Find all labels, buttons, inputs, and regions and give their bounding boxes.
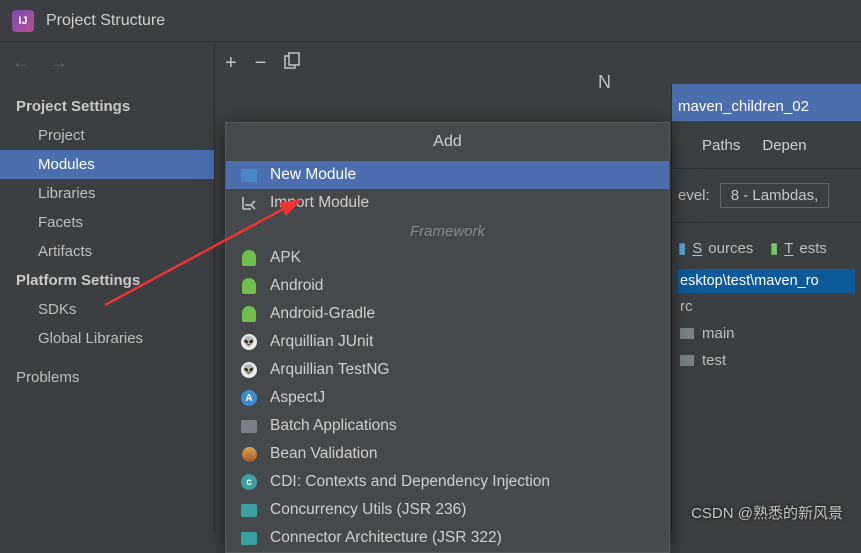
folder-icon [680,328,694,339]
popup-item-label: Arquillian JUnit [270,333,373,351]
folder-icon: ▮ [770,239,778,257]
popup-item-aspectj[interactable]: A AspectJ [226,384,669,412]
popup-item-label: New Module [270,166,356,184]
popup-item-label: Connector Architecture (JSR 322) [270,529,502,547]
back-arrow-icon[interactable]: ← [12,52,30,73]
module-toolbar: + − [225,52,301,75]
level-label: evel: [678,187,710,204]
helmet-icon: 👽 [240,333,258,351]
import-icon [240,194,258,212]
popup-item-connector[interactable]: Connector Architecture (JSR 322) [226,524,669,552]
sidebar-item-artifacts[interactable]: Artifacts [0,237,214,266]
popup-item-android[interactable]: Android [226,272,669,300]
sidebar-item-libraries[interactable]: Libraries [0,179,214,208]
popup-item-new-module[interactable]: New Module [226,161,669,189]
android-icon [240,249,258,267]
sidebar-item-project[interactable]: Project [0,121,214,150]
popup-item-batch[interactable]: Batch Applications [226,412,669,440]
sidebar-group-platform-settings: Platform Settings [0,266,214,295]
content-root-path[interactable]: esktop\test\maven_ro [678,269,855,293]
module-name-selected[interactable]: maven_children_02 [672,84,861,121]
popup-item-apk[interactable]: APK [226,244,669,272]
sidebar-item-sdks[interactable]: SDKs [0,295,214,324]
add-popup: Add New Module Import Module Framework A… [225,122,670,553]
folder-icon [240,166,258,184]
titlebar: IJ Project Structure [0,0,861,42]
sidebar-item-global-libraries[interactable]: Global Libraries [0,324,214,353]
watermark: CSDN @熟悉的新风景 [691,502,843,523]
popup-item-label: Batch Applications [270,417,397,435]
language-level-select[interactable]: 8 - Lambdas, [720,183,830,208]
tab-paths[interactable]: Paths [702,137,740,154]
bean-icon [240,445,258,463]
right-panel: maven_children_02 Paths Depen evel: 8 - … [671,84,861,533]
mark-tests-button[interactable]: ▮Tests [770,239,827,257]
popup-item-label: Android-Gradle [270,305,375,323]
popup-item-import-module[interactable]: Import Module [226,189,669,217]
tree-item[interactable]: rc [678,293,855,320]
popup-item-label: APK [270,249,301,267]
popup-section-framework: Framework [226,217,669,244]
copy-icon[interactable] [284,52,301,75]
helmet-icon: 👽 [240,361,258,379]
sidebar-item-problems[interactable]: Problems [0,363,214,392]
add-button[interactable]: + [225,52,237,75]
tree-item-test[interactable]: test [678,347,855,374]
remove-button[interactable]: − [255,52,267,75]
cdi-icon: c [240,473,258,491]
popup-item-concurrency[interactable]: Concurrency Utils (JSR 236) [226,496,669,524]
folder-icon [680,355,694,366]
popup-item-label: Bean Validation [270,445,377,463]
circle-a-icon: A [240,389,258,407]
popup-item-label: CDI: Contexts and Dependency Injection [270,473,550,491]
tab-dependencies[interactable]: Depen [762,137,806,154]
window-title: Project Structure [46,12,165,30]
popup-item-bean-validation[interactable]: Bean Validation [226,440,669,468]
name-label-fragment: N [598,72,611,93]
sidebar-group-project-settings: Project Settings [0,92,214,121]
sidebar: ← → Project Settings Project Modules Lib… [0,42,215,533]
sidebar-item-modules[interactable]: Modules [0,150,214,179]
popup-item-android-gradle[interactable]: Android-Gradle [226,300,669,328]
popup-item-label: Concurrency Utils (JSR 236) [270,501,466,519]
mark-sources-button[interactable]: ▮Sources [678,239,753,257]
popup-item-label: AspectJ [270,389,325,407]
android-icon [240,277,258,295]
sources-label: ources [708,240,753,257]
jsr-icon [240,529,258,547]
popup-item-arquillian-testng[interactable]: 👽 Arquillian TestNG [226,356,669,384]
android-icon [240,305,258,323]
module-tabs: Paths Depen [672,121,861,169]
app-icon: IJ [12,10,34,32]
nav-arrows: ← → [0,42,80,82]
language-level-row: evel: 8 - Lambdas, [672,169,861,223]
sidebar-item-facets[interactable]: Facets [0,208,214,237]
popup-item-cdi[interactable]: c CDI: Contexts and Dependency Injection [226,468,669,496]
popup-item-label: Import Module [270,194,369,212]
forward-arrow-icon[interactable]: → [50,52,68,73]
popup-title: Add [226,123,669,161]
folder-icon: ▮ [678,239,686,257]
popup-item-label: Android [270,277,323,295]
tests-label: ests [799,240,827,257]
folder-icon [240,417,258,435]
jsr-icon [240,501,258,519]
popup-item-arquillian-junit[interactable]: 👽 Arquillian JUnit [226,328,669,356]
tree-item-main[interactable]: main [678,320,855,347]
popup-item-label: Arquillian TestNG [270,361,389,379]
